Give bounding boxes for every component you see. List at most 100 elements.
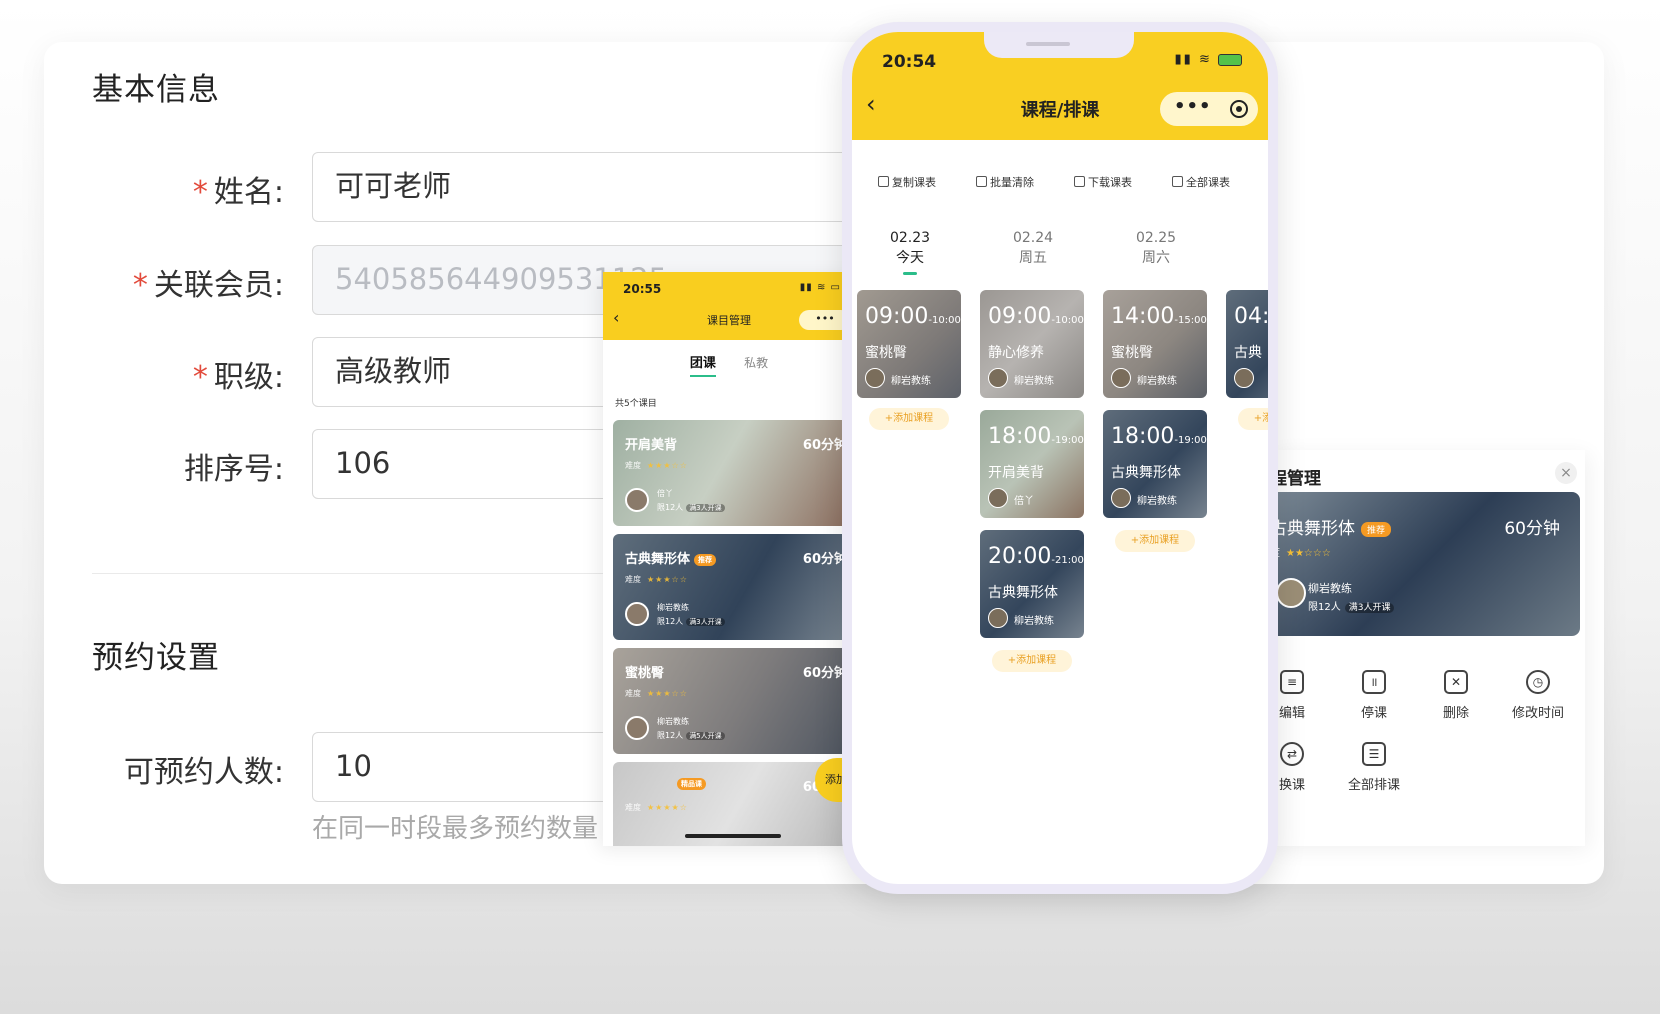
phone-header: 20:55 ▮▮ ≋ ▭ ‹ 课目管理 ••• bbox=[603, 272, 855, 340]
avatar bbox=[625, 488, 649, 512]
course-card[interactable]: 古典舞形体 推荐 60分钟 难度 ★★★☆☆ 柳岩教练 限12人 满3人开课 bbox=[613, 534, 853, 640]
slot-time: 09:00-10:00 bbox=[988, 304, 1084, 329]
course-difficulty: 难度 ★★★☆☆ bbox=[625, 461, 688, 470]
coach-name: 柳岩教练 bbox=[891, 376, 931, 387]
course-name: 精品课 bbox=[673, 776, 706, 791]
avatar bbox=[625, 716, 649, 740]
premium-badge: 精品课 bbox=[677, 777, 706, 790]
recommend-badge: 推荐 bbox=[1361, 521, 1392, 537]
tab-private[interactable]: 私教 bbox=[744, 354, 768, 371]
coach-name: 柳岩教练 bbox=[1137, 496, 1177, 507]
clock-icon: ◷ bbox=[1526, 670, 1550, 694]
all-schedule-button[interactable]: ☰ 全部排课 bbox=[1334, 742, 1414, 793]
course-name: 蜜桃臀 bbox=[625, 666, 665, 681]
star-rating: ★★★☆☆ bbox=[647, 575, 688, 584]
course-management-phone: 20:55 ▮▮ ≋ ▭ ‹ 课目管理 ••• 团课 私教 共5个课目 开肩美背… bbox=[603, 272, 855, 846]
sort-label: 排序号: bbox=[183, 452, 284, 487]
coach-name: 柳岩教练 bbox=[1014, 376, 1054, 387]
close-miniprogram-icon[interactable] bbox=[1230, 100, 1248, 118]
date-tab-today[interactable]: 02.23 今天 bbox=[870, 228, 950, 275]
schedule-slot[interactable]: 20:00-21:00 古典舞形体 柳岩教练 bbox=[980, 530, 1084, 638]
course-count: 共5个课目 bbox=[615, 399, 657, 409]
slot-course-name: 蜜桃臀 bbox=[865, 345, 907, 361]
avatar bbox=[625, 602, 649, 626]
course-name: 开肩美背 bbox=[625, 438, 678, 453]
coach-name: 倍丫 bbox=[1014, 496, 1034, 507]
section-title-booking: 预约设置 bbox=[92, 640, 220, 676]
required-mark: * bbox=[132, 268, 148, 303]
menu-capsule[interactable]: ••• bbox=[1160, 92, 1258, 126]
pause-icon: ॥ bbox=[1362, 670, 1386, 694]
list-icon: ☰ bbox=[1362, 742, 1386, 766]
schedule-slot[interactable]: 14:00-15:00 蜜桃臀 柳岩教练 bbox=[1103, 290, 1207, 398]
clear-icon bbox=[976, 176, 987, 187]
section-title-basic: 基本信息 bbox=[92, 72, 220, 108]
change-time-button[interactable]: ◷ 修改时间 bbox=[1498, 670, 1578, 721]
course-limit: 限12人 满3人开课 bbox=[657, 616, 725, 627]
course-duration: 60分钟 bbox=[1504, 519, 1560, 539]
course-limit: 限12人 满3人开课 bbox=[657, 502, 725, 513]
battery-icon bbox=[1218, 53, 1242, 66]
schedule-slot[interactable]: 09:00-10:00 蜜桃臀 柳岩教练 bbox=[857, 290, 961, 398]
coach-name: 柳岩教练 bbox=[1137, 376, 1177, 387]
course-card[interactable]: 蜜桃臀 60分钟 难度 ★★★☆☆ 柳岩教练 限12人 满5人开课 bbox=[613, 648, 853, 754]
tab-group-class[interactable]: 团课 bbox=[689, 352, 716, 377]
download-schedule-button[interactable]: 下载课表 bbox=[1074, 174, 1132, 190]
coach-name: 柳岩教练 bbox=[657, 603, 689, 612]
add-course-button[interactable]: +添加课程 bbox=[869, 408, 949, 430]
add-course-button[interactable]: +添加课程 bbox=[1238, 408, 1268, 430]
batch-clear-button[interactable]: 批量清除 bbox=[976, 174, 1034, 190]
course-name: 古典舞形体 推荐 bbox=[1270, 514, 1392, 539]
required-mark: * bbox=[192, 175, 208, 210]
more-icon[interactable]: ••• bbox=[1174, 96, 1212, 117]
name-label: * 姓名: bbox=[192, 175, 284, 210]
phone-notch bbox=[984, 32, 1134, 58]
edit-icon: ≡ bbox=[1280, 670, 1304, 694]
close-icon[interactable]: × bbox=[1555, 462, 1577, 484]
star-rating: ★★★★☆ bbox=[647, 803, 688, 812]
course-duration: 60分钟 bbox=[802, 666, 847, 681]
capacity-hint: 在同一时段最多预约数量 bbox=[312, 814, 599, 844]
star-rating: ★★★☆☆ bbox=[647, 689, 688, 698]
avatar bbox=[1111, 488, 1131, 508]
add-course-button[interactable]: +添加课程 bbox=[992, 650, 1072, 672]
course-difficulty: 难度 ★★★★☆ bbox=[625, 803, 688, 812]
star-rating: ★★☆☆☆ bbox=[1286, 548, 1331, 559]
delete-button[interactable]: ✕ 删除 bbox=[1416, 670, 1496, 721]
schedule-slot[interactable]: 04: 古典 bbox=[1226, 290, 1270, 398]
slot-course-name: 古典 bbox=[1234, 345, 1262, 361]
course-name: 古典舞形体 推荐 bbox=[625, 548, 717, 567]
copy-icon bbox=[878, 176, 889, 187]
avatar bbox=[1276, 578, 1306, 608]
status-time: 20:55 bbox=[623, 282, 662, 296]
date-tab[interactable]: 02.25 周六 bbox=[1116, 228, 1196, 268]
star-rating: ★★★☆☆ bbox=[647, 461, 688, 470]
trash-icon: ✕ bbox=[1444, 670, 1468, 694]
avatar bbox=[988, 368, 1008, 388]
slot-time: 04: bbox=[1234, 304, 1270, 329]
add-course-button[interactable]: +添加课程 bbox=[1115, 530, 1195, 552]
slot-time: 18:00-19:00 bbox=[1111, 424, 1207, 449]
all-schedule-button[interactable]: 全部课表 bbox=[1172, 174, 1230, 190]
date-tab[interactable]: 02.24 周五 bbox=[993, 228, 1073, 268]
slot-time: 09:00-10:00 bbox=[865, 304, 961, 329]
coach-name: 柳岩教练 bbox=[1014, 616, 1054, 627]
schedule-slot[interactable]: 18:00-19:00 开肩美背 倍丫 bbox=[980, 410, 1084, 518]
avatar bbox=[1234, 368, 1254, 388]
suspend-button[interactable]: ॥ 停课 bbox=[1334, 670, 1414, 721]
schedule-slot[interactable]: 09:00-10:00 静心修养 柳岩教练 bbox=[980, 290, 1084, 398]
slot-course-name: 静心修养 bbox=[988, 345, 1044, 361]
schedule-phone: 20:54 ▮▮ ≋ ‹ 课程/排课 ••• 复制课表 批量清除 下载课表 全部… bbox=[842, 22, 1278, 894]
course-duration: 60分钟 bbox=[802, 438, 847, 453]
avatar bbox=[865, 368, 885, 388]
slot-course-name: 蜜桃臀 bbox=[1111, 345, 1153, 361]
course-tabs: 团课 私教 bbox=[603, 352, 855, 377]
schedule-slot[interactable]: 18:00-19:00 古典舞形体 柳岩教练 bbox=[1103, 410, 1207, 518]
name-input[interactable]: 可可老师 bbox=[312, 152, 872, 222]
level-label: * 职级: bbox=[192, 360, 284, 395]
calendar-icon bbox=[1172, 176, 1183, 187]
slot-time: 14:00-15:00 bbox=[1111, 304, 1207, 329]
copy-schedule-button[interactable]: 复制课表 bbox=[878, 174, 936, 190]
status-time: 20:54 bbox=[882, 52, 937, 72]
course-card[interactable]: 开肩美背 60分钟 难度 ★★★☆☆ 倍丫 限12人 满3人开课 bbox=[613, 420, 853, 526]
